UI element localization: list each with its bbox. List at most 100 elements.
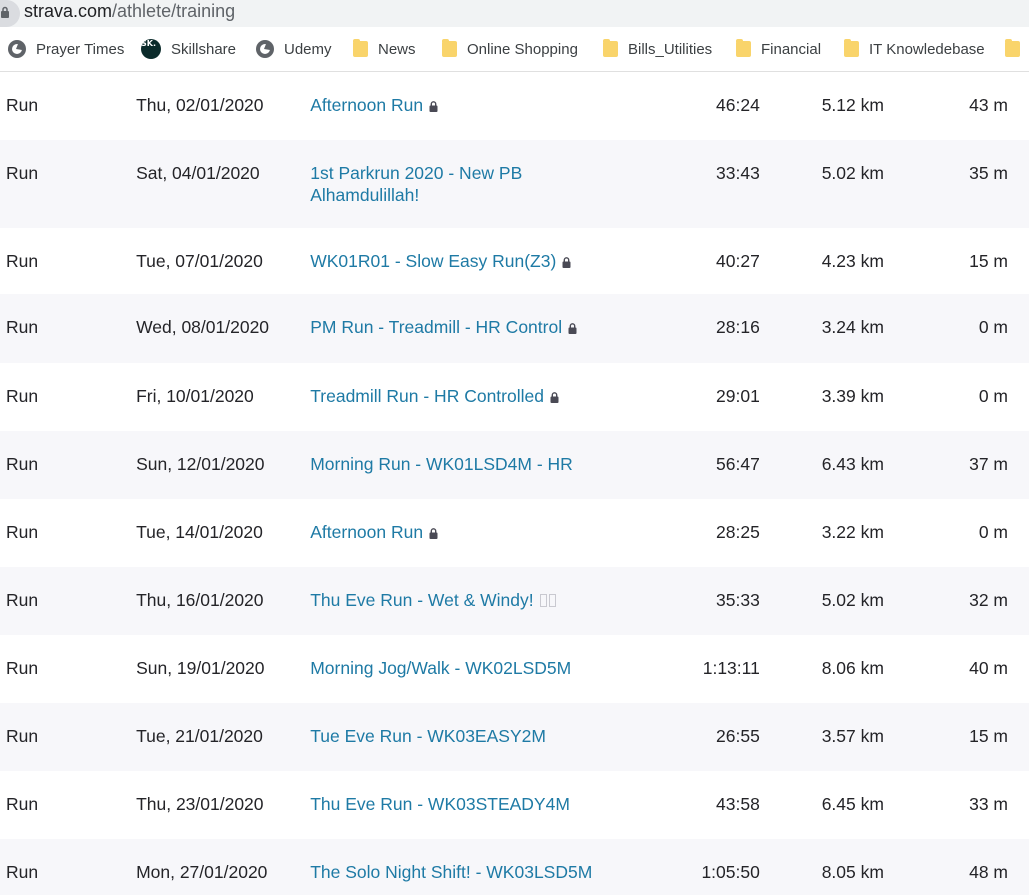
bookmark-udemy[interactable]: Udemy xyxy=(256,27,332,71)
activity-date: Mon, 27/01/2020 xyxy=(136,839,311,895)
missing-glyph-icon xyxy=(548,594,556,607)
activity-row: Run Tue, 07/01/2020 WK01R01 - Slow Easy Ru… xyxy=(0,228,1029,294)
activity-date: Sat, 04/01/2020 xyxy=(136,140,311,228)
activity-name-link[interactable]: Treadmill Run - HR Controlled xyxy=(310,386,544,406)
training-activities-table: Run Thu, 02/01/2020 Afternoon Run 46:24 5.12… xyxy=(0,72,1029,895)
activity-date: Fri, 10/01/2020 xyxy=(136,386,254,406)
activity-time: 40:27 xyxy=(716,251,760,271)
lock-icon xyxy=(429,95,438,117)
folder-icon xyxy=(844,39,859,57)
activity-row: Run Thu, 16/01/2020 Thu Eve Run - Wet & Wi… xyxy=(0,567,1029,635)
globe-icon xyxy=(256,40,274,58)
site-info-lock-icon[interactable] xyxy=(0,0,20,27)
activity-type: Run xyxy=(0,703,137,771)
activity-name-link[interactable]: PM Run - Treadmill - HR Control xyxy=(310,317,562,337)
activity-name: Treadmill Run - HR Controlled xyxy=(310,363,678,431)
activity-name-link[interactable]: Afternoon Run xyxy=(310,95,423,115)
activity-date: Thu, 16/01/2020 xyxy=(136,567,311,635)
activity-row: Run Sun, 19/01/2020 Morning Jog/Walk - WK0… xyxy=(0,635,1029,703)
folder-icon xyxy=(603,39,618,57)
lock-icon xyxy=(562,251,571,273)
activity-elevation: 48 m xyxy=(883,839,1029,895)
activity-time: 28:25 xyxy=(716,522,760,542)
activity-type: Run xyxy=(0,431,137,499)
bookmark-prayer-times[interactable]: Prayer Times xyxy=(8,27,124,71)
folder-icon xyxy=(442,39,457,57)
activity-type: Run xyxy=(6,794,39,814)
activity-row: Run Tue, 21/01/2020 Tue Eve Run - WK03EASY… xyxy=(0,703,1029,771)
bookmark-label: Prayer Times xyxy=(36,40,125,58)
activity-elevation: 0 m xyxy=(978,522,1008,542)
activity-type: Run xyxy=(6,522,39,542)
activity-name: Thu Eve Run - Wet & Windy! xyxy=(310,567,679,635)
activity-distance: 6.43 km xyxy=(759,431,884,499)
activity-distance: 4.23 km xyxy=(821,251,884,271)
activity-date: Sun, 19/01/2020 xyxy=(136,658,265,678)
activity-row: Run Thu, 02/01/2020 Afternoon Run 46:24 5.12… xyxy=(0,72,1029,140)
activity-distance: 6.45 km xyxy=(821,794,884,814)
bookmark-folder-financial[interactable]: Financial xyxy=(736,27,821,71)
activity-time: 35:33 xyxy=(678,567,760,635)
activity-name-link[interactable]: Morning Run - WK01LSD4M - HR xyxy=(310,454,573,474)
bookmark-label: Bills_Utilities xyxy=(628,40,713,58)
activity-name-link[interactable]: Afternoon Run xyxy=(310,522,423,542)
bookmark-skillshare[interactable]: SK. Skillshare xyxy=(141,27,236,71)
bookmark-folder-online-shopping[interactable]: Online Shopping xyxy=(442,27,578,71)
activity-elevation: 43 m xyxy=(969,95,1008,115)
activity-time: 1:05:50 xyxy=(678,839,760,895)
activity-name-link-line2[interactable]: Alhamdulillah! xyxy=(310,185,419,205)
activity-time: 26:55 xyxy=(678,703,760,771)
activity-distance: 3.57 km xyxy=(759,703,884,771)
url-text[interactable]: strava.com/athlete/training xyxy=(24,1,235,21)
activity-row: Run Fri, 10/01/2020 Treadmill Run - HR Con… xyxy=(0,363,1029,431)
bookmark-folder-news[interactable]: News xyxy=(353,27,416,71)
activity-name-link[interactable]: The Solo Night Shift! - WK03LSD5M xyxy=(310,862,592,882)
activity-distance: 3.22 km xyxy=(821,522,884,542)
activity-type: Run xyxy=(6,251,39,271)
activity-name: WK01R01 - Slow Easy Run(Z3) xyxy=(310,228,678,294)
activity-name: Thu Eve Run - WK03STEADY4M xyxy=(310,771,678,839)
activity-name-link[interactable]: Tue Eve Run - WK03EASY2M xyxy=(310,726,546,746)
lock-icon xyxy=(550,386,559,408)
activity-date: Tue, 07/01/2020 xyxy=(136,251,263,271)
activity-name-link[interactable]: 1st Parkrun 2020 - New PB xyxy=(310,163,522,183)
activity-row: Run Mon, 27/01/2020 The Solo Night Shift! … xyxy=(0,839,1029,895)
bookmark-folder-it-knowledebase[interactable]: IT Knowledebase xyxy=(844,27,985,71)
activity-name: PM Run - Treadmill - HR Control xyxy=(310,294,679,363)
bookmark-label: Skillshare xyxy=(171,40,237,58)
lock-icon xyxy=(568,317,577,339)
activity-elevation: 15 m xyxy=(883,703,1029,771)
activity-name-link[interactable]: WK01R01 - Slow Easy Run(Z3) xyxy=(310,251,556,271)
bookmark-label: IT Knowledebase xyxy=(869,40,985,58)
bookmark-folder-bills-utilities[interactable]: Bills_Utilities xyxy=(603,27,712,71)
activity-name: Afternoon Run xyxy=(310,72,678,140)
activity-distance: 8.06 km xyxy=(821,658,884,678)
activity-name: Morning Run - WK01LSD4M - HR xyxy=(310,431,679,499)
activity-elevation: 0 m xyxy=(883,294,1029,363)
activity-name-link[interactable]: Morning Jog/Walk - WK02LSD5M xyxy=(310,658,571,678)
lock-icon xyxy=(429,522,438,544)
activity-row: Run Tue, 14/01/2020 Afternoon Run 28:25 3.22… xyxy=(0,499,1029,567)
activity-elevation: 40 m xyxy=(969,658,1008,678)
activity-distance: 3.24 km xyxy=(759,294,884,363)
bookmark-label: Financial xyxy=(761,40,822,58)
bookmark-label: Udemy xyxy=(284,40,332,58)
skillshare-icon: SK. xyxy=(141,39,161,59)
activity-name-link[interactable]: Thu Eve Run - Wet & Windy! xyxy=(310,590,533,610)
activity-name: Morning Jog/Walk - WK02LSD5M xyxy=(310,635,678,703)
bookmark-folder-overflow[interactable] xyxy=(1005,27,1029,71)
activity-type: Run xyxy=(6,386,39,406)
activity-elevation: 37 m xyxy=(883,431,1029,499)
address-bar[interactable]: strava.com/athlete/training xyxy=(0,0,1029,27)
activity-name-link[interactable]: Thu Eve Run - WK03STEADY4M xyxy=(310,794,570,814)
activity-time: 43:58 xyxy=(716,794,760,814)
activity-time: 1:13:11 xyxy=(702,658,760,678)
activity-distance: 3.39 km xyxy=(821,386,884,406)
activity-elevation: 35 m xyxy=(883,140,1029,228)
activity-elevation: 0 m xyxy=(978,386,1008,406)
activity-distance: 5.02 km xyxy=(759,567,884,635)
bookmark-label: News xyxy=(378,40,416,58)
missing-glyph-icon xyxy=(539,594,547,607)
activity-name: Afternoon Run xyxy=(310,499,678,567)
activity-date: Wed, 08/01/2020 xyxy=(136,294,311,363)
